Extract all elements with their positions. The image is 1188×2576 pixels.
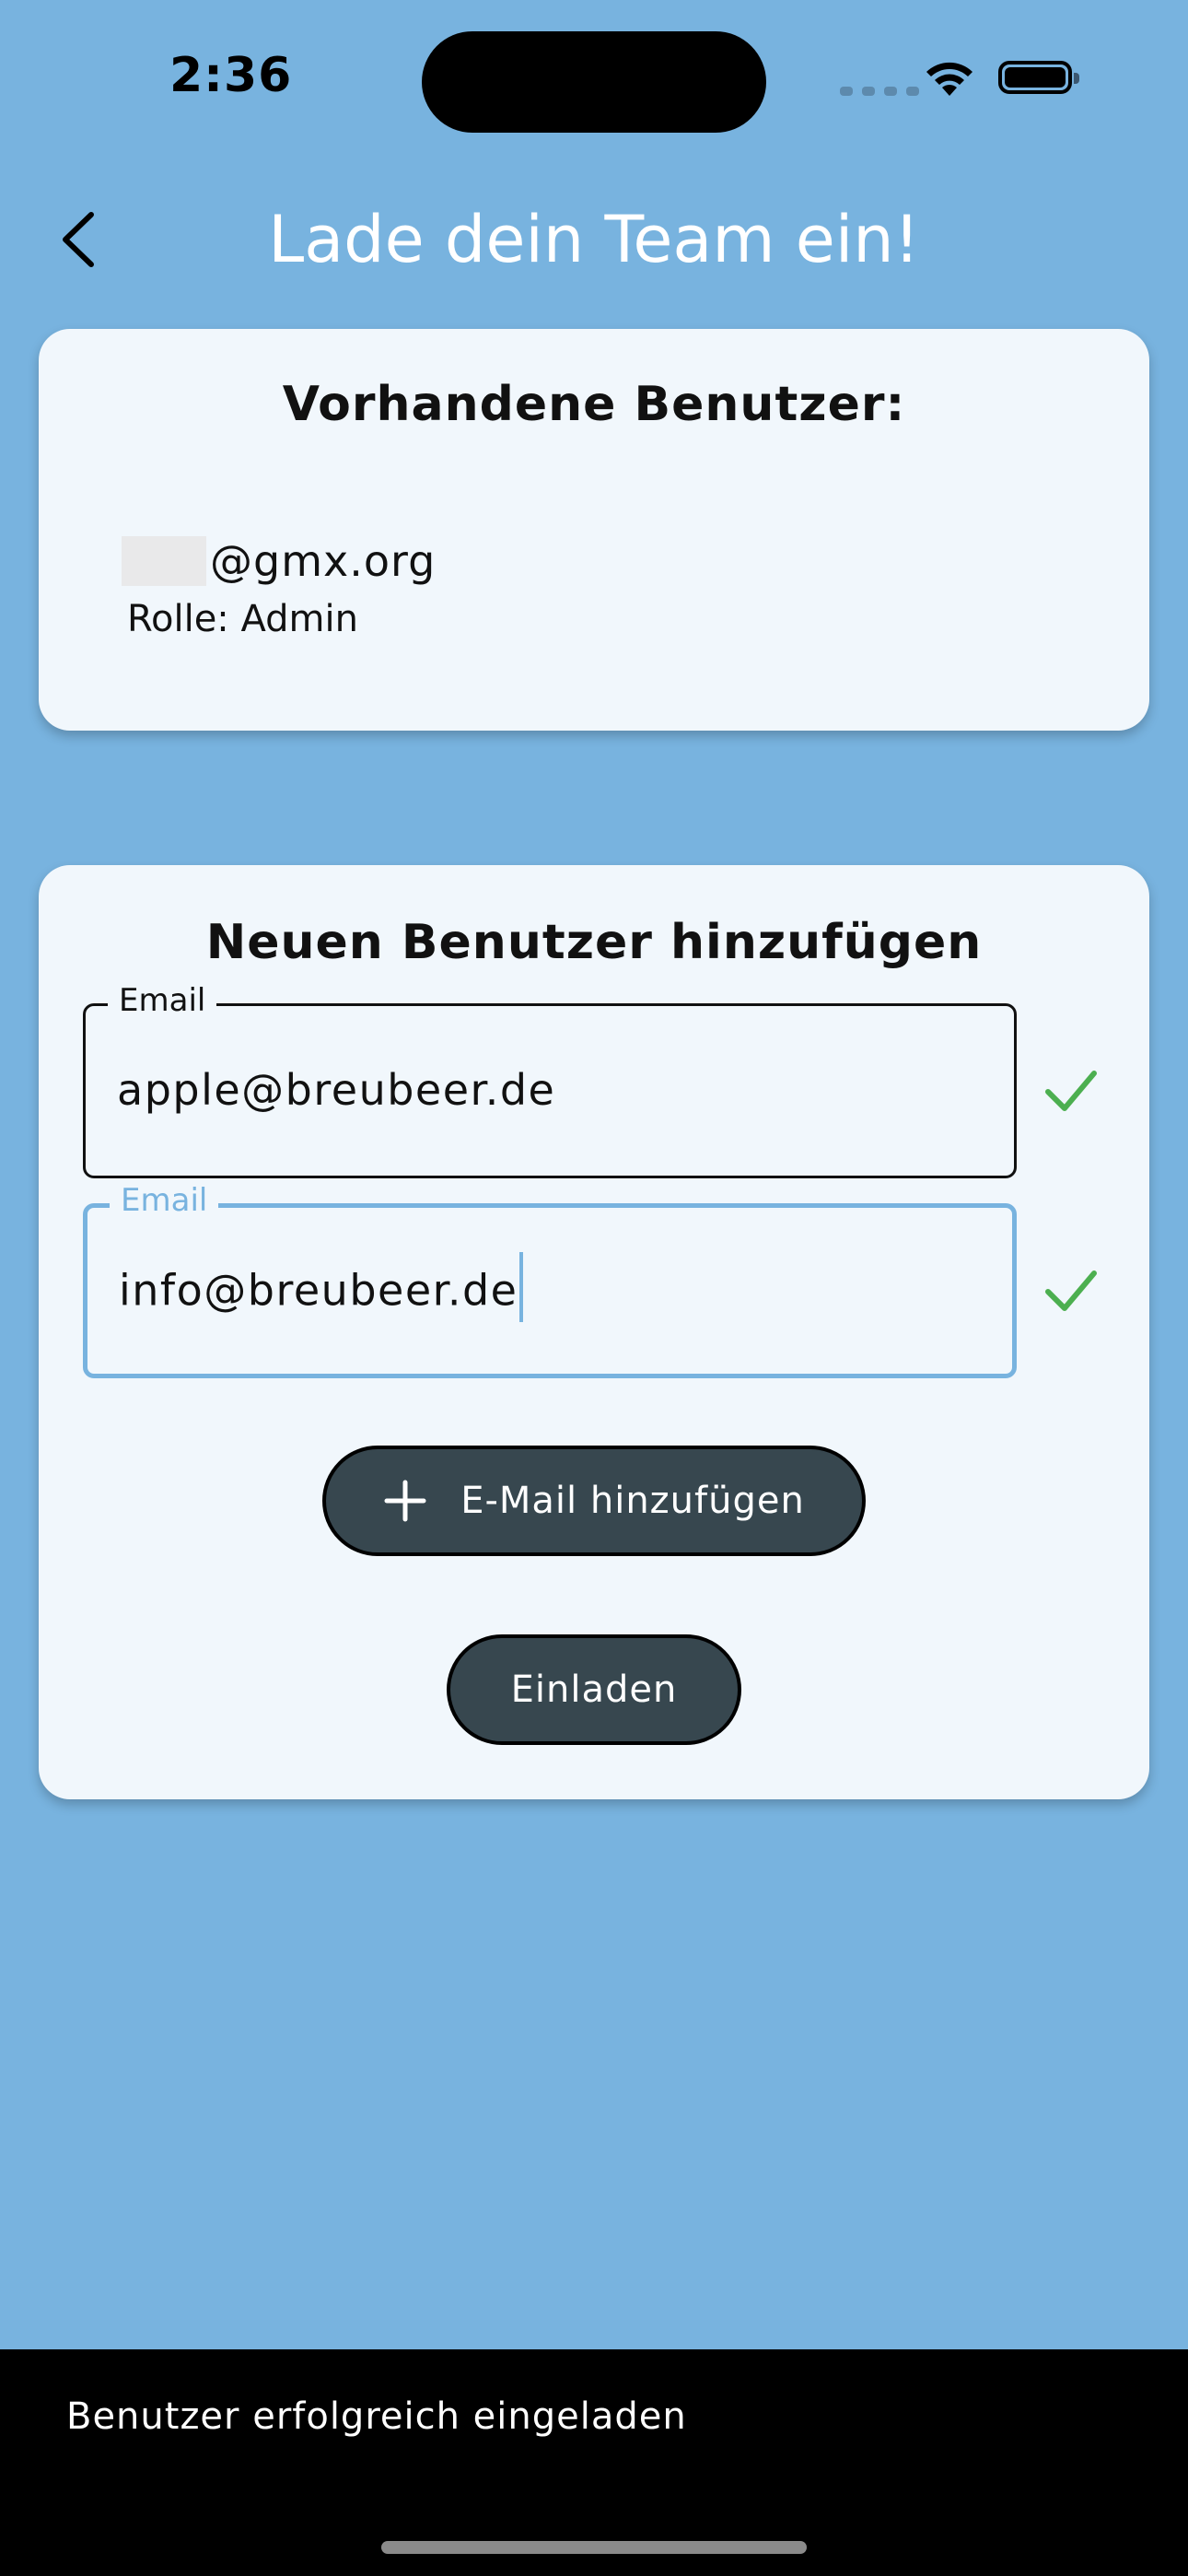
status-time: 2:36 — [169, 48, 293, 103]
new-user-card: Neuen Benutzer hinzufügen Email apple@br… — [39, 865, 1149, 1799]
email-field[interactable]: Email apple@breubeer.de — [83, 980, 1017, 1178]
user-email: @gmx.org — [122, 533, 436, 589]
invite-button-label: Einladen — [510, 1669, 678, 1711]
redacted-block — [122, 536, 206, 586]
email-field-text[interactable]: info@breubeer.de — [119, 1266, 518, 1316]
wifi-icon — [926, 62, 973, 96]
dynamic-island — [422, 31, 766, 133]
snackbar: Benutzer erfolgreich eingeladen — [0, 2349, 1188, 2576]
existing-users-card: Vorhandene Benutzer: @gmx.org Rolle: Adm… — [39, 329, 1149, 731]
email-field-focused[interactable]: Email info@breubeer.de — [83, 1180, 1017, 1378]
cellular-signal-icon — [840, 87, 919, 96]
add-email-button[interactable]: E-Mail hinzufügen — [322, 1446, 866, 1556]
home-indicator[interactable] — [381, 2541, 807, 2554]
email-field-label: Email — [110, 1180, 219, 1221]
user-email-domain: @gmx.org — [210, 536, 437, 586]
user-role: Rolle: Admin — [127, 598, 358, 640]
page-title: Lade dein Team ein! — [268, 202, 920, 277]
new-user-heading: Neuen Benutzer hinzufügen — [205, 915, 983, 970]
plus-icon — [384, 1480, 426, 1522]
email-field-label: Email — [108, 980, 217, 1021]
email-field-value[interactable]: info@breubeer.de — [119, 1252, 524, 1322]
snackbar-message: Benutzer erfolgreich eingeladen — [66, 2395, 687, 2438]
battery-icon — [998, 61, 1079, 94]
status-icons — [840, 55, 1089, 101]
check-icon — [1045, 1071, 1097, 1111]
check-icon — [1045, 1270, 1097, 1311]
invite-button[interactable]: Einladen — [447, 1634, 741, 1745]
email-field-value[interactable]: apple@breubeer.de — [117, 1065, 555, 1115]
existing-users-heading: Vorhandene Benutzer: — [282, 377, 906, 432]
text-cursor — [519, 1252, 524, 1322]
add-email-button-label: E-Mail hinzufügen — [460, 1480, 805, 1522]
